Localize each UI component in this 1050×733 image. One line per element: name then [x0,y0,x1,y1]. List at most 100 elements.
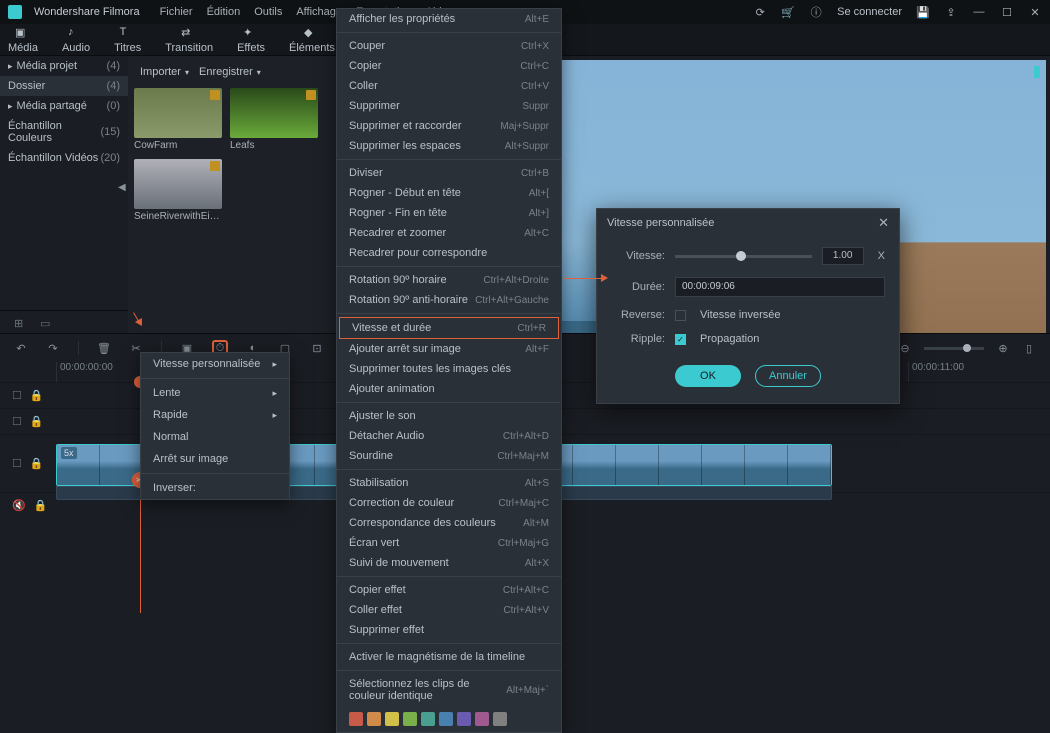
project-échantillon-vidéos[interactable]: Échantillon Vidéos(20) [0,148,128,168]
duration-input[interactable]: 00:00:09:06 [675,277,885,297]
menu-outils[interactable]: Outils [254,6,282,18]
reverse-checkbox[interactable] [675,310,686,321]
project-média-partagé[interactable]: ▸Média partagé(0) [0,96,128,116]
media-thumb[interactable]: CowFarm [134,88,222,151]
menu-item[interactable]: Recadrer et zoomerAlt+C [337,223,561,243]
menu-item[interactable]: Rogner - Début en têteAlt+[ [337,183,561,203]
save-icon[interactable]: 💾 [916,5,930,19]
menu-item[interactable]: Ajuster le son [337,406,561,426]
folder-icon[interactable]: ▭ [40,317,52,329]
audio-track-icon: ☐ [12,415,22,428]
menu-item[interactable]: Détacher AudioCtrl+Alt+D [337,426,561,446]
menu-item[interactable]: SupprimerSuppr [337,96,561,116]
info-icon[interactable]: ⓘ [809,5,823,19]
minimize-icon[interactable]: — [972,5,986,19]
menu-item[interactable]: CopierCtrl+C [337,56,561,76]
zoom-slider[interactable] [924,347,984,350]
menu-item[interactable]: CouperCtrl+X [337,36,561,56]
export-icon[interactable]: ⇪ [944,5,958,19]
menu-fichier[interactable]: Fichier [160,6,193,18]
record-dropdown[interactable]: Enregistrer ▾ [199,66,261,78]
signin-link[interactable]: Se connecter [837,6,902,18]
custom-speed-dialog: Vitesse personnalisée ✕ Vitesse: 1.00 X … [596,208,900,404]
menu-item[interactable]: Copier effetCtrl+Alt+C [337,580,561,600]
tab-media[interactable]: ▣Média [8,26,38,54]
new-folder-icon[interactable]: ⊞ [14,317,26,329]
menu-item[interactable]: Ajouter arrêt sur imageAlt+F [337,339,561,359]
menu-item[interactable]: Écran vertCtrl+Maj+G [337,533,561,553]
mute-icon[interactable]: 🔇 [12,499,26,512]
redo-button[interactable]: ↷ [46,341,60,355]
speed-value[interactable]: 1.00 [822,247,864,265]
collapse-chevron-icon[interactable]: ◀ [118,182,126,193]
reverse-label: Reverse: [611,309,665,321]
color-swatch[interactable] [403,712,417,726]
menu-item[interactable]: Correspondance des couleursAlt+M [337,513,561,533]
close-icon[interactable]: ✕ [1028,5,1042,19]
tab-audio[interactable]: ♪Audio [62,26,90,54]
project-échantillon-couleurs[interactable]: Échantillon Couleurs(15) [0,116,128,148]
media-thumb[interactable]: SeineRiverwithEiffelTow... [134,159,222,222]
menu-item[interactable]: Activer le magnétisme de la timeline [337,647,561,667]
cancel-button[interactable]: Annuler [755,365,821,387]
lock-icon[interactable]: 🔒 [30,457,44,470]
menu-item[interactable]: Suivi de mouvementAlt+X [337,553,561,573]
fit-icon[interactable]: ▯ [1022,341,1036,355]
tab-effets[interactable]: ✦Effets [237,26,265,54]
speed-menu-item[interactable]: Normal [141,426,289,448]
ok-button[interactable]: OK [675,365,741,387]
color-swatch[interactable] [457,712,471,726]
speed-menu-item[interactable]: Vitesse personnalisée▸ [141,353,289,375]
speed-slider[interactable] [675,255,812,258]
color-swatch[interactable] [439,712,453,726]
project-dossier[interactable]: Dossier(4) [0,76,128,96]
menu-item[interactable]: SourdineCtrl+Maj+M [337,446,561,466]
menu-édition[interactable]: Édition [207,6,241,18]
menu-item[interactable]: Rotation 90º anti-horaireCtrl+Alt+Gauche [337,290,561,310]
menu-item[interactable]: Correction de couleurCtrl+Maj+C [337,493,561,513]
menu-item[interactable]: Rotation 90º horaireCtrl+Alt+Droite [337,270,561,290]
menu-item[interactable]: Ajouter animation [337,379,561,399]
zoom-in-icon[interactable]: ⊕ [996,341,1010,355]
context-menu: Afficher les propriétésAlt+E CouperCtrl+X… [336,8,562,733]
menu-item[interactable]: Vitesse et duréeCtrl+R [339,317,559,339]
dialog-close-icon[interactable]: ✕ [878,215,889,231]
maximize-icon[interactable]: ☐ [1000,5,1014,19]
ripple-checkbox[interactable]: ✓ [675,334,686,345]
color-swatch[interactable] [385,712,399,726]
menu-item[interactable]: Sélectionnez les clips de couleur identi… [337,674,561,706]
speed-menu-item[interactable]: Rapide▸ [141,404,289,426]
media-thumb[interactable]: Leafs [230,88,318,151]
delete-button[interactable]: 🗑 [97,341,111,355]
color-swatch[interactable] [367,712,381,726]
project-média-projet[interactable]: ▸Média projet(4) [0,56,128,76]
tab-transition[interactable]: ⇄Transition [165,26,213,54]
speed-menu-item[interactable]: Lente▸ [141,382,289,404]
menu-item[interactable]: Afficher les propriétésAlt+E [337,9,561,29]
menu-item[interactable]: CollerCtrl+V [337,76,561,96]
tab-titres[interactable]: TTitres [114,26,141,54]
speed-menu-item[interactable]: Arrêt sur image [141,448,289,470]
color-swatch[interactable] [349,712,363,726]
zoom-out-icon[interactable]: ⊖ [898,341,912,355]
menu-item[interactable]: Supprimer effet [337,620,561,640]
speed-menu-item[interactable]: Inverser: [141,477,289,499]
color-swatch[interactable] [493,712,507,726]
tab-elements[interactable]: ◆Éléments [289,26,335,54]
lock-icon[interactable]: 🔒 [30,415,44,428]
lock-icon[interactable]: 🔒 [30,389,44,402]
menu-item[interactable]: StabilisationAlt+S [337,473,561,493]
menu-item[interactable]: DiviserCtrl+B [337,163,561,183]
undo-button[interactable]: ↶ [14,341,28,355]
menu-item: Coller effetCtrl+Alt+V [337,600,561,620]
motion-button[interactable]: ⊡ [310,341,324,355]
cart-icon[interactable]: 🛒 [781,5,795,19]
import-dropdown[interactable]: Importer ▾ [140,66,189,78]
menu-item[interactable]: Supprimer et raccorderMaj+Suppr [337,116,561,136]
color-swatch[interactable] [421,712,435,726]
menu-item[interactable]: Recadrer pour correspondre [337,243,561,263]
lock-icon[interactable]: 🔒 [34,499,48,512]
refresh-icon[interactable]: ⟳ [753,5,767,19]
color-swatch[interactable] [475,712,489,726]
menu-item[interactable]: Rogner - Fin en têteAlt+] [337,203,561,223]
